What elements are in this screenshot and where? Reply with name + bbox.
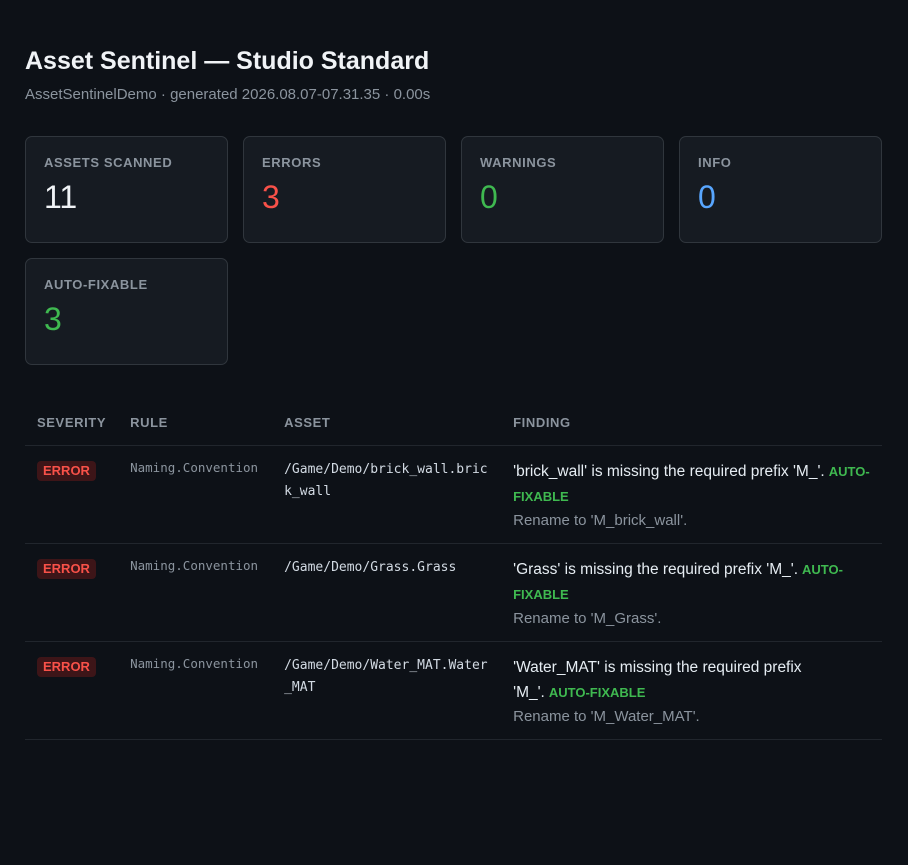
stat-value: 3 xyxy=(44,301,62,337)
table-row: ERROR Naming.Convention /Game/Demo/Water… xyxy=(25,641,882,740)
stat-label: AUTO-FIXABLE xyxy=(44,277,148,292)
column-header-asset: ASSET xyxy=(272,402,502,446)
auto-fixable-tag: AUTO-FIXABLE xyxy=(548,685,646,700)
asset-path: /Game/Demo/Grass.Grass xyxy=(284,560,457,575)
stat-card-assets-scanned: ASSETS SCANNED 11 xyxy=(25,136,228,243)
rule-name: Naming.Convention xyxy=(130,558,259,573)
rule-cell: Naming.Convention xyxy=(118,445,273,544)
finding-cell: 'brick_wall' is missing the required pre… xyxy=(501,445,882,544)
asset-cell: /Game/Demo/Water_MAT.Water_MAT xyxy=(272,641,502,740)
rule-cell: Naming.Convention xyxy=(118,543,273,642)
stat-label: WARNINGS xyxy=(480,155,557,170)
table-header-row: SEVERITY RULE ASSET FINDING xyxy=(25,402,882,446)
stat-card-auto-fixable: AUTO-FIXABLE 3 xyxy=(25,258,228,365)
fix-hint: Rename to 'M_Water_MAT'. xyxy=(513,708,700,725)
fix-hint: Rename to 'M_Grass'. xyxy=(513,610,662,627)
finding-message: 'Grass' is missing the required prefix '… xyxy=(513,561,799,578)
fix-hint: Rename to 'M_brick_wall'. xyxy=(513,512,688,529)
severity-cell: ERROR xyxy=(25,641,119,740)
column-header-finding: FINDING xyxy=(501,402,882,446)
table-row: ERROR Naming.Convention /Game/Demo/brick… xyxy=(25,445,882,544)
report-subtitle: AssetSentinelDemo · generated 2026.08.07… xyxy=(25,86,431,103)
summary-cards: ASSETS SCANNED 11 ERRORS 3 WARNINGS 0 IN… xyxy=(25,136,882,365)
table-row: ERROR Naming.Convention /Game/Demo/Grass… xyxy=(25,543,882,642)
asset-path: /Game/Demo/Water_MAT.Water_MAT xyxy=(284,658,488,695)
rule-cell: Naming.Convention xyxy=(118,641,273,740)
stat-label: ERRORS xyxy=(262,155,322,170)
stat-card-errors: ERRORS 3 xyxy=(243,136,446,243)
severity-badge: ERROR xyxy=(37,559,96,579)
asset-cell: /Game/Demo/Grass.Grass xyxy=(272,543,502,642)
findings-table: SEVERITY RULE ASSET FINDING ERROR Naming… xyxy=(25,402,882,740)
asset-path: /Game/Demo/brick_wall.brick_wall xyxy=(284,462,488,499)
stat-value: 0 xyxy=(480,179,498,215)
severity-badge: ERROR xyxy=(37,657,96,677)
stat-label: ASSETS SCANNED xyxy=(44,155,173,170)
stat-card-warnings: WARNINGS 0 xyxy=(461,136,664,243)
rule-name: Naming.Convention xyxy=(130,460,259,475)
severity-badge: ERROR xyxy=(37,461,96,481)
stat-value: 0 xyxy=(698,179,716,215)
stat-value: 11 xyxy=(44,179,78,215)
stat-card-info: INFO 0 xyxy=(679,136,882,243)
rule-name: Naming.Convention xyxy=(130,656,259,671)
finding-cell: 'Grass' is missing the required prefix '… xyxy=(501,543,882,642)
stat-value: 3 xyxy=(262,179,280,215)
severity-cell: ERROR xyxy=(25,543,119,642)
column-header-severity: SEVERITY xyxy=(25,402,119,446)
report-page: Asset Sentinel — Studio Standard AssetSe… xyxy=(0,0,908,740)
finding-message: 'brick_wall' is missing the required pre… xyxy=(513,463,825,480)
column-header-rule: RULE xyxy=(118,402,273,446)
severity-cell: ERROR xyxy=(25,445,119,544)
finding-cell: 'Water_MAT' is missing the required pref… xyxy=(501,641,882,740)
asset-cell: /Game/Demo/brick_wall.brick_wall xyxy=(272,445,502,544)
stat-label: INFO xyxy=(698,155,732,170)
page-title: Asset Sentinel — Studio Standard xyxy=(25,47,430,75)
